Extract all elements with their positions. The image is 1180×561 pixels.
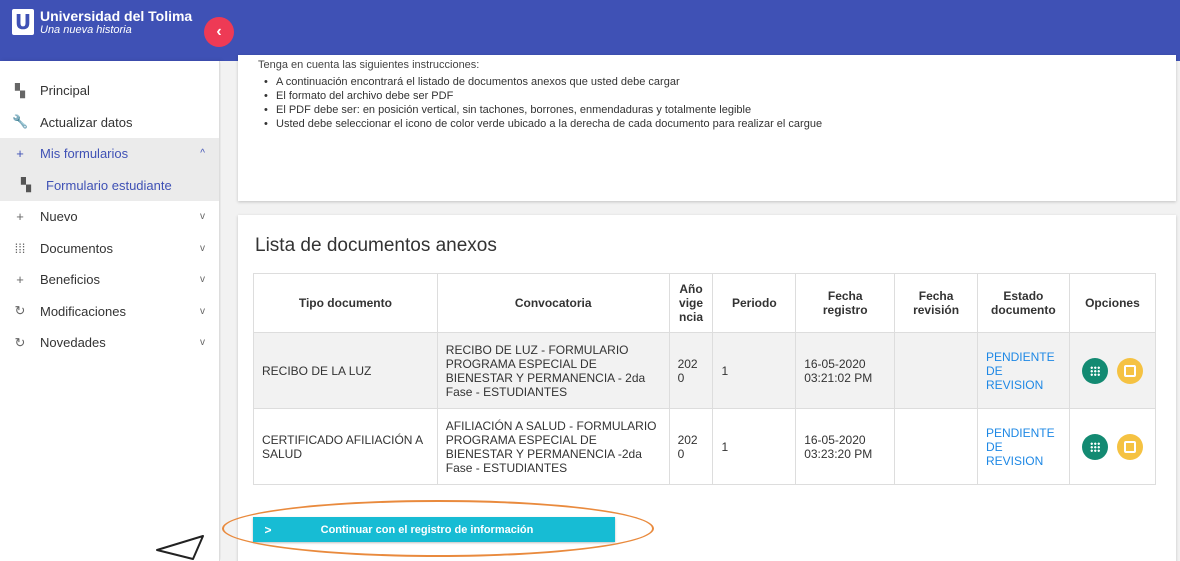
table-row: RECIBO DE LA LUZ RECIBO DE LUZ - FORMULA… (253, 332, 1157, 409)
chevron-up-icon: ^ (200, 148, 205, 160)
tipo-documento-cell: CERTIFICADO AFILIACIÓN A SALUD (253, 408, 438, 485)
image-icon (1124, 440, 1137, 453)
sidebar-item-beneficios[interactable]: + Beneficios v (0, 264, 219, 296)
column-header[interactable]: Periodo (712, 273, 797, 333)
history-icon: ↻ (14, 303, 26, 319)
dashboard-icon: ▚ (15, 82, 25, 98)
column-header[interactable]: Opciones (1068, 273, 1157, 333)
instruction-item: El formato del archivo debe ser PDF (264, 89, 1156, 103)
instruction-item: El PDF debe ser: en posición vertical, s… (264, 103, 1156, 117)
estado-documento-cell: PENDIENTE DE REVISION (976, 408, 1070, 485)
image-icon (1124, 364, 1137, 377)
column-header[interactable]: Fecha revisión (894, 273, 978, 333)
sidebar-item-label: Beneficios (40, 272, 100, 288)
column-header[interactable]: Estado documento (976, 273, 1070, 333)
upload-document-button[interactable] (1081, 433, 1108, 460)
sidebar-item-label: Novedades (40, 335, 106, 351)
documents-title: Lista de documentos anexos (255, 235, 497, 256)
documents-card: Lista de documentos anexos Tipo document… (238, 215, 1176, 561)
sidebar-item-mis-formularios[interactable]: + Mis formularios ^ (0, 138, 219, 170)
sidebar-item-novedades[interactable]: ↻ Novedades v (0, 327, 219, 359)
plus-icon: + (16, 272, 24, 288)
brand-title: Universidad del Tolima (40, 8, 193, 24)
fecha-revision-cell (894, 408, 978, 485)
convocatoria-cell: RECIBO DE LUZ - FORMULARIO PROGRAMA ESPE… (436, 332, 670, 409)
instructions-card: Tenga en cuenta las siguientes instrucci… (238, 55, 1176, 201)
upload-grid-icon (1089, 441, 1100, 452)
anio-cell: 202 0 (668, 332, 714, 409)
top-app-bar: U Universidad del Tolima Una nueva histo… (0, 0, 1180, 61)
sidebar: ▚ Principal 🔧 Actualizar datos + Mis for… (0, 61, 220, 561)
view-document-button[interactable] (1117, 357, 1144, 384)
fecha-registro-cell: 16-05-2020 03:21:02 PM (795, 332, 896, 409)
chevron-left-icon: ‹ (216, 23, 222, 40)
sidebar-item-label: Mis formularios (40, 146, 129, 162)
fecha-revision-cell (894, 332, 978, 409)
sidebar-item-documentos[interactable]: ⁞⁞⁞ Documentos v (0, 233, 219, 265)
column-header[interactable]: Convocatoria (436, 273, 670, 333)
sidebar-item-label: Principal (40, 83, 90, 99)
chevron-down-icon: v (200, 274, 205, 286)
opciones-cell (1068, 332, 1157, 409)
sidebar-item-label: Nuevo (40, 209, 78, 225)
periodo-cell: 1 (712, 332, 797, 409)
sidebar-item-actualizar-datos[interactable]: 🔧 Actualizar datos (0, 107, 219, 139)
sidebar-item-nuevo[interactable]: + Nuevo v (0, 201, 219, 233)
chevron-down-icon: v (200, 305, 205, 317)
view-document-button[interactable] (1117, 433, 1144, 460)
university-logo: U (12, 9, 34, 35)
instructions-list: A continuación encontrará el listado de … (258, 75, 1156, 131)
upload-grid-icon (1089, 365, 1100, 376)
upload-document-button[interactable] (1081, 357, 1108, 384)
estado-documento-cell: PENDIENTE DE REVISION (976, 332, 1070, 409)
wrench-icon: 🔧 (12, 114, 29, 130)
tipo-documento-cell: RECIBO DE LA LUZ (253, 332, 438, 409)
sidebar-item-formulario-estudiante[interactable]: ▚ Formulario estudiante (0, 169, 219, 201)
plus-icon: + (16, 209, 24, 225)
fecha-registro-cell: 16-05-2020 03:23:20 PM (795, 408, 896, 485)
continue-button-label: Continuar con el registro de información (320, 523, 534, 536)
sidebar-item-label: Formulario estudiante (46, 177, 172, 193)
sidebar-item-label: Modificaciones (40, 303, 126, 319)
chevron-down-icon: v (200, 242, 205, 254)
instruction-item: A continuación encontrará el listado de … (264, 75, 1156, 89)
table-row: CERTIFICADO AFILIACIÓN A SALUD AFILIACIÓ… (253, 408, 1157, 485)
plus-icon: + (16, 146, 24, 162)
continue-registration-button[interactable]: > Continuar con el registro de informaci… (253, 517, 615, 542)
instruction-item: Usted debe seleccionar el icono de color… (264, 117, 1156, 131)
sidebar-item-label: Actualizar datos (40, 114, 133, 130)
chevron-down-icon: v (200, 211, 205, 223)
history-icon: ↻ (14, 334, 26, 350)
column-header[interactable]: Año vige ncia (668, 273, 714, 333)
chevron-down-icon: v (200, 337, 205, 349)
periodo-cell: 1 (712, 408, 797, 485)
convocatoria-cell: AFILIACIÓN A SALUD - FORMULARIO PROGRAMA… (436, 408, 670, 485)
main-content: Tenga en cuenta las siguientes instrucci… (221, 55, 1180, 561)
chevron-right-icon: > (264, 522, 272, 537)
brand[interactable]: U Universidad del Tolima Una nueva histo… (12, 9, 192, 37)
sidebar-item-modificaciones[interactable]: ↻ Modificaciones v (0, 296, 219, 328)
instructions-title: Tenga en cuenta las siguientes instrucci… (258, 59, 480, 71)
sidebar-toggle-button[interactable]: ‹ (204, 17, 234, 47)
documents-table: Tipo documento Convocatoria Año vige nci… (253, 273, 1157, 485)
column-header[interactable]: Fecha registro (795, 273, 896, 333)
anio-cell: 202 0 (668, 408, 714, 485)
brand-subtitle: Una nueva historia (40, 24, 132, 36)
sidebar-item-principal[interactable]: ▚ Principal (0, 75, 219, 107)
apps-grid-icon: ⁞⁞⁞ (14, 240, 26, 256)
dashboard-icon: ▚ (21, 177, 31, 193)
sidebar-item-label: Documentos (40, 240, 113, 256)
opciones-cell (1068, 408, 1157, 485)
column-header[interactable]: Tipo documento (253, 273, 438, 333)
table-header-row: Tipo documento Convocatoria Año vige nci… (253, 273, 1157, 333)
